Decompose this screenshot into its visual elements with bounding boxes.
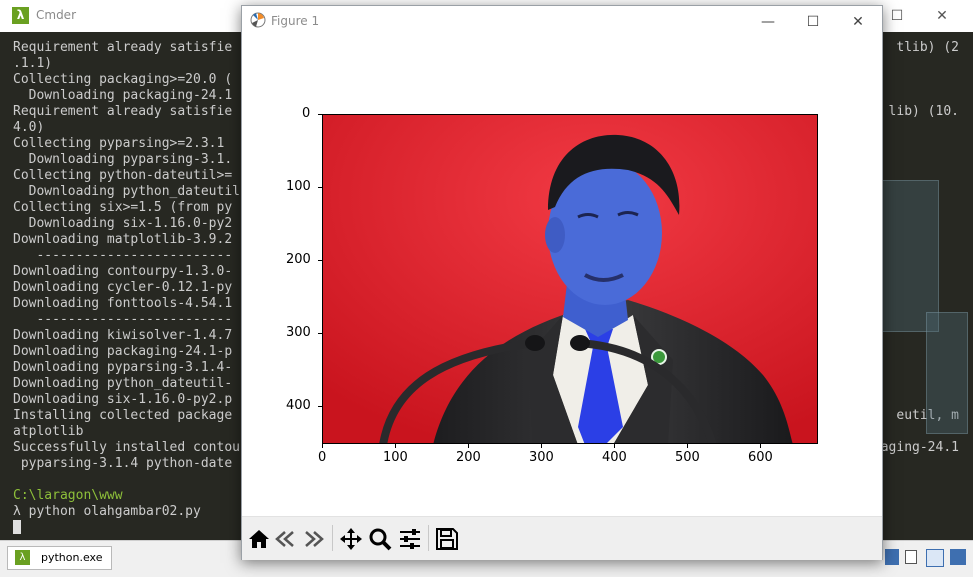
right-mic-head xyxy=(570,335,590,351)
terminal-line: Successfully installed contou xyxy=(13,440,240,455)
x-tick-label: 500 xyxy=(675,450,700,465)
figure-window: Figure 1 — ☐ ✕ 0 100 200 300 400 0 100 2… xyxy=(241,5,883,560)
y-tick-label: 200 xyxy=(286,252,311,267)
x-tick-mark xyxy=(614,444,615,448)
x-tick-mark xyxy=(322,444,323,448)
terminal-line: Downloading six-1.16.0-py2 xyxy=(13,216,233,231)
terminal-line: Collecting pyparsing>=2.3.1 xyxy=(13,136,233,151)
x-tick-mark xyxy=(395,444,396,448)
terminal-line: Downloading packaging-24.1-p xyxy=(13,344,233,359)
terminal-line: Downloading python_dateutil- xyxy=(13,376,233,391)
zoom-icon[interactable] xyxy=(367,526,393,552)
cmder-window-title: Cmder xyxy=(36,8,77,22)
taskbar-tab-python[interactable]: λ python.exe xyxy=(7,546,112,570)
navigation-toolbar xyxy=(242,516,882,560)
terminal-line: Collecting packaging>=20.0 ( xyxy=(13,72,233,87)
status-indicator-icon[interactable] xyxy=(885,549,899,565)
background-window-ghost xyxy=(926,312,968,434)
x-tick-label: 100 xyxy=(383,450,408,465)
y-tick-label: 300 xyxy=(286,325,311,340)
cmder-close-button[interactable]: ✕ xyxy=(920,4,964,28)
x-tick-label: 200 xyxy=(456,450,481,465)
image-axes[interactable] xyxy=(322,114,818,444)
terminal-line: atplotlib xyxy=(13,424,84,439)
toolbar-separator xyxy=(332,525,333,551)
terminal-line: pyparsing-3.1.4 python-date xyxy=(13,456,233,471)
terminal-cursor xyxy=(13,520,21,534)
terminal-line: Downloading pyparsing-3.1.4- xyxy=(13,360,233,375)
y-tick-mark xyxy=(318,333,322,334)
x-tick-mark xyxy=(468,444,469,448)
figure-close-button[interactable]: ✕ xyxy=(836,9,880,35)
figure-maximize-button[interactable]: ☐ xyxy=(791,9,835,35)
forward-arrow-icon[interactable] xyxy=(300,526,326,552)
terminal-line: Downloading fonttools-4.54.1 xyxy=(13,296,233,311)
terminal-line-fragment: tlib) (2 xyxy=(896,40,959,55)
x-tick-mark xyxy=(760,444,761,448)
terminal-line: Downloading python_dateutil xyxy=(13,184,240,199)
y-tick-mark xyxy=(318,114,322,115)
y-tick-label: 100 xyxy=(286,179,311,194)
cmder-logo-icon: λ xyxy=(12,7,29,24)
pan-icon[interactable] xyxy=(338,526,364,552)
terminal-line: Requirement already satisfie xyxy=(13,40,233,55)
y-tick-mark xyxy=(318,187,322,188)
x-tick-mark xyxy=(541,444,542,448)
y-tick-mark xyxy=(318,260,322,261)
x-tick-label: 400 xyxy=(602,450,627,465)
lock-icon[interactable] xyxy=(905,550,917,564)
y-tick-mark xyxy=(318,406,322,407)
terminal-line: .1.1) xyxy=(13,56,53,71)
left-mic-head xyxy=(525,335,545,351)
terminal-line: Installing collected package xyxy=(13,408,233,423)
ear xyxy=(545,217,565,253)
terminal-line-fragment: lib) (10. xyxy=(888,104,959,119)
terminal-line: Requirement already satisfie xyxy=(13,104,233,119)
plot-canvas[interactable]: 0 100 200 300 400 0 100 200 300 400 500 … xyxy=(242,36,882,516)
home-icon[interactable] xyxy=(246,526,272,552)
toolbar-separator xyxy=(428,525,429,551)
cmder-tab-icon: λ xyxy=(15,550,30,565)
terminal-line: Downloading six-1.16.0-py2.p xyxy=(13,392,233,407)
terminal-line-fragment: aging-24.1 xyxy=(880,440,959,455)
y-tick-label: 400 xyxy=(286,398,311,413)
terminal-line: Downloading packaging-24.1 xyxy=(13,88,233,103)
save-icon[interactable] xyxy=(434,526,460,552)
terminal-line: ------------------------- xyxy=(13,248,233,263)
x-tick-label: 600 xyxy=(748,450,773,465)
terminal-line: Downloading matplotlib-3.9.2 xyxy=(13,232,233,247)
split-view-icon[interactable] xyxy=(926,549,944,567)
prompt-command: λ python olahgambar02.py xyxy=(13,504,201,519)
prompt-path: C:\laragon\www xyxy=(13,488,123,503)
terminal-line: Downloading cycler-0.12.1-py xyxy=(13,280,233,295)
configure-subplots-icon[interactable] xyxy=(397,526,423,552)
taskbar-tab-label: python.exe xyxy=(41,551,103,564)
background-window-ghost xyxy=(882,180,939,332)
x-tick-label: 0 xyxy=(318,450,327,465)
y-tick-label: 0 xyxy=(302,106,311,121)
matplotlib-logo-icon xyxy=(250,12,266,28)
x-tick-mark xyxy=(687,444,688,448)
terminal-line: Downloading kiwisolver-1.4.7 xyxy=(13,328,233,343)
back-arrow-icon[interactable] xyxy=(273,526,299,552)
displayed-image xyxy=(323,115,817,443)
figure-minimize-button[interactable]: — xyxy=(746,9,790,35)
terminal-line: Collecting six>=1.5 (from py xyxy=(13,200,233,215)
terminal-line: Downloading pyparsing-3.1. xyxy=(13,152,233,167)
terminal-line: ------------------------- xyxy=(13,312,233,327)
terminal-line: 4.0) xyxy=(13,120,45,135)
terminal-line: Collecting python-dateutil>= xyxy=(13,168,233,183)
terminal-line: Downloading contourpy-1.3.0- xyxy=(13,264,233,279)
figure-window-title: Figure 1 xyxy=(271,14,320,28)
menu-icon[interactable] xyxy=(950,549,966,565)
figure-titlebar[interactable]: Figure 1 — ☐ ✕ xyxy=(242,6,882,36)
x-tick-label: 300 xyxy=(529,450,554,465)
